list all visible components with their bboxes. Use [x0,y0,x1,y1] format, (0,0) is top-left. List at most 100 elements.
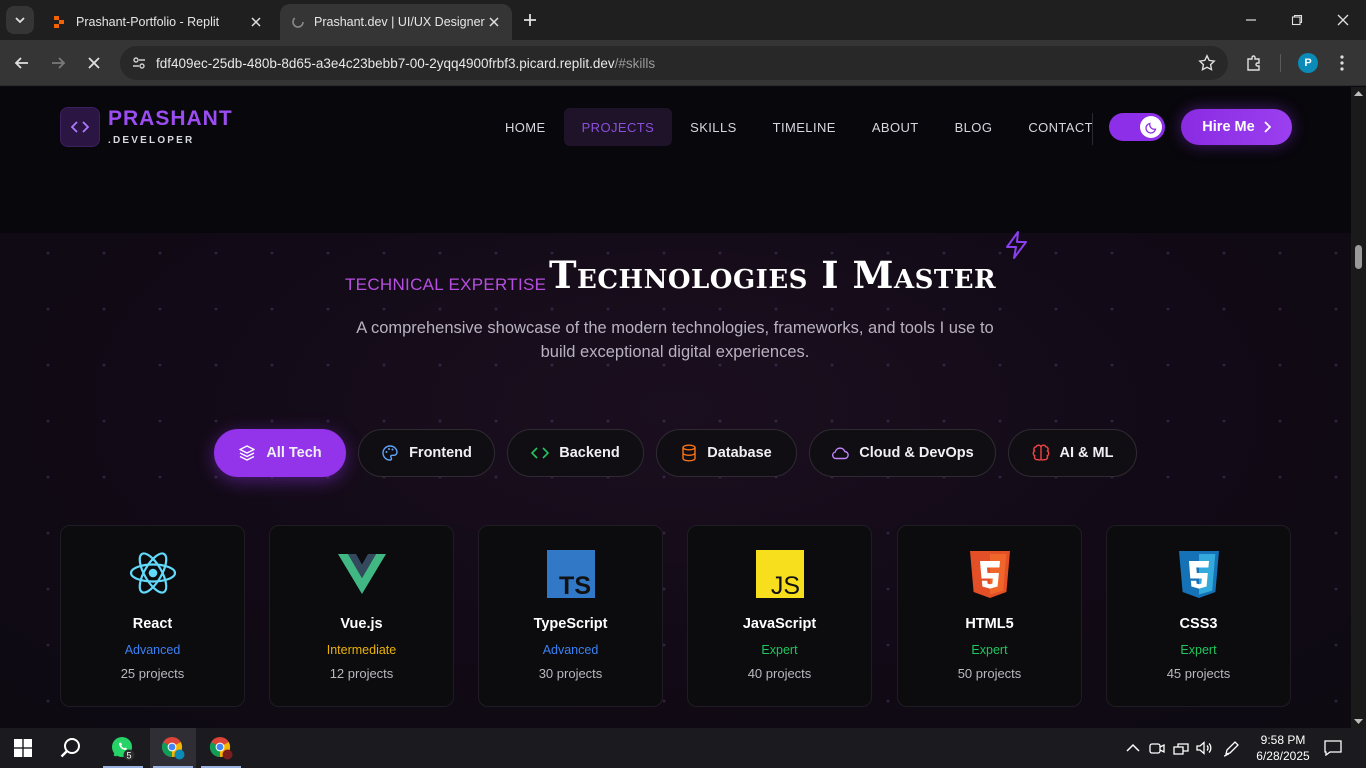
logo-name[interactable]: PRASHANT [108,107,233,131]
notifications-icon[interactable] [1323,738,1343,758]
tech-name: TypeScript [533,616,608,632]
volume-icon[interactable] [1195,738,1215,758]
section-subtitle: A comprehensive showcase of the modern t… [356,319,994,361]
meet-now-icon[interactable] [1147,738,1167,758]
filter-cloud-devops[interactable]: Cloud & DevOps [809,429,996,477]
whatsapp-icon: 5 [112,737,135,761]
stop-loading-button[interactable] [80,49,108,77]
tech-project-count: 25 projects [120,666,185,681]
pen-icon[interactable] [1222,738,1242,758]
taskbar-chrome-active[interactable] [150,728,196,768]
tech-card-html5[interactable]: HTML5 Expert 50 projects [897,525,1082,707]
filter-frontend[interactable]: Frontend [358,429,495,477]
new-tab-button[interactable] [518,8,542,32]
tech-project-count: 40 projects [747,666,812,681]
moon-icon [1140,116,1162,138]
tab-replit[interactable]: Prashant-Portfolio - Replit [42,4,274,40]
tech-level: Advanced [542,643,599,657]
toolbar-divider [1280,54,1281,72]
tab-title: Prashant.dev | UI/UX Designer & [314,15,486,29]
tech-card-react[interactable]: React Advanced 25 projects [60,525,245,707]
filter-label: AI & ML [1059,445,1114,461]
scrollbar-thumb[interactable] [1355,245,1362,269]
filter-label: All Tech [266,445,322,461]
palette-icon [382,445,398,461]
nav-home[interactable]: HOME [487,108,564,146]
search-button[interactable] [48,728,94,768]
filter-label: Backend [559,445,620,461]
forward-button[interactable] [44,49,72,77]
tech-level: Expert [761,643,798,657]
tech-name: JavaScript [742,616,817,632]
extensions-button[interactable] [1240,49,1268,77]
main-nav: HOME PROJECTS SKILLS TIMELINE ABOUT BLOG… [487,108,1111,146]
page-viewport: PRASHANT .DEVELOPER HOME PROJECTS SKILLS… [0,87,1351,728]
profile-button[interactable]: P [1294,49,1322,77]
filter-label: Database [707,445,772,461]
system-clock[interactable]: 9:58 PM 6/28/2025 [1248,732,1318,764]
tab-list-button[interactable] [6,6,34,34]
site-settings-icon[interactable] [122,55,156,71]
network-icon[interactable] [1171,738,1191,758]
taskbar-chrome[interactable] [198,728,244,768]
browser-tab-bar: Prashant-Portfolio - Replit Prashant.dev… [0,0,1366,40]
nav-skills[interactable]: SKILLS [672,108,755,146]
close-icon [88,57,100,69]
nav-blog[interactable]: BLOG [937,108,1011,146]
tech-project-count: 30 projects [538,666,603,681]
scroll-down-icon[interactable] [1354,719,1363,725]
filter-database[interactable]: Database [656,429,797,477]
nav-projects[interactable]: PROJECTS [563,108,673,146]
arrow-left-icon [14,57,28,69]
hire-me-label: Hire Me [1202,119,1255,135]
react-icon [61,550,244,600]
filter-all-tech[interactable]: All Tech [214,429,346,477]
address-bar[interactable]: fdf409ec-25db-480b-8d65-a3e4c23bebb7-00-… [120,46,1228,80]
tech-level: Intermediate [326,643,397,657]
logo-code-icon[interactable] [60,107,100,147]
url-text: fdf409ec-25db-480b-8d65-a3e4c23bebb7-00-… [156,56,655,71]
nav-contact[interactable]: CONTACT [1010,108,1111,146]
tech-name: React [132,616,173,632]
site-header: PRASHANT .DEVELOPER HOME PROJECTS SKILLS… [0,87,1351,233]
tech-card-typescript[interactable]: TS TypeScript Advanced 30 projects [478,525,663,707]
start-button[interactable] [0,728,46,768]
section-heading: Technologies I Master [549,253,997,297]
tech-card-vue[interactable]: Vue.js Intermediate 12 projects [269,525,454,707]
tech-project-count: 50 projects [957,666,1022,681]
typescript-icon: TS [479,550,662,600]
close-window-button[interactable] [1320,0,1366,40]
kebab-menu-icon [1340,55,1344,71]
scroll-up-icon[interactable] [1354,90,1363,96]
chevron-up-icon[interactable] [1123,738,1143,758]
browser-menu-button[interactable] [1328,49,1356,77]
css3-icon [1107,550,1290,600]
nav-timeline[interactable]: TIMELINE [755,108,854,146]
nav-about[interactable]: ABOUT [854,108,937,146]
theme-toggle[interactable] [1109,113,1165,141]
bookmark-star-icon[interactable] [1198,54,1216,77]
code-icon [531,447,550,459]
tech-project-count: 12 projects [329,666,394,681]
tech-card-javascript[interactable]: JS JavaScript Expert 40 projects [687,525,872,707]
taskbar-whatsapp[interactable]: 5 [100,728,146,768]
arrow-right-icon [52,57,66,69]
close-icon[interactable] [486,14,502,30]
tab-portfolio[interactable]: Prashant.dev | UI/UX Designer & [280,4,512,40]
restore-button[interactable] [1274,0,1320,40]
close-icon[interactable] [248,14,264,30]
chevron-down-icon [15,17,25,24]
tech-card-css3[interactable]: CSS3 Expert 45 projects [1106,525,1291,707]
tech-level: Expert [971,643,1008,657]
filter-ai-ml[interactable]: AI & ML [1008,429,1137,477]
ts-icon-text: TS [559,572,591,598]
vue-icon [270,550,453,600]
tech-level: Expert [1180,643,1217,657]
restore-icon [1291,14,1303,26]
tech-name: HTML5 [965,616,1014,632]
filter-backend[interactable]: Backend [507,429,644,477]
page-scrollbar[interactable] [1351,87,1366,728]
back-button[interactable] [8,49,36,77]
minimize-button[interactable] [1228,0,1274,40]
hire-me-button[interactable]: Hire Me [1181,109,1292,145]
